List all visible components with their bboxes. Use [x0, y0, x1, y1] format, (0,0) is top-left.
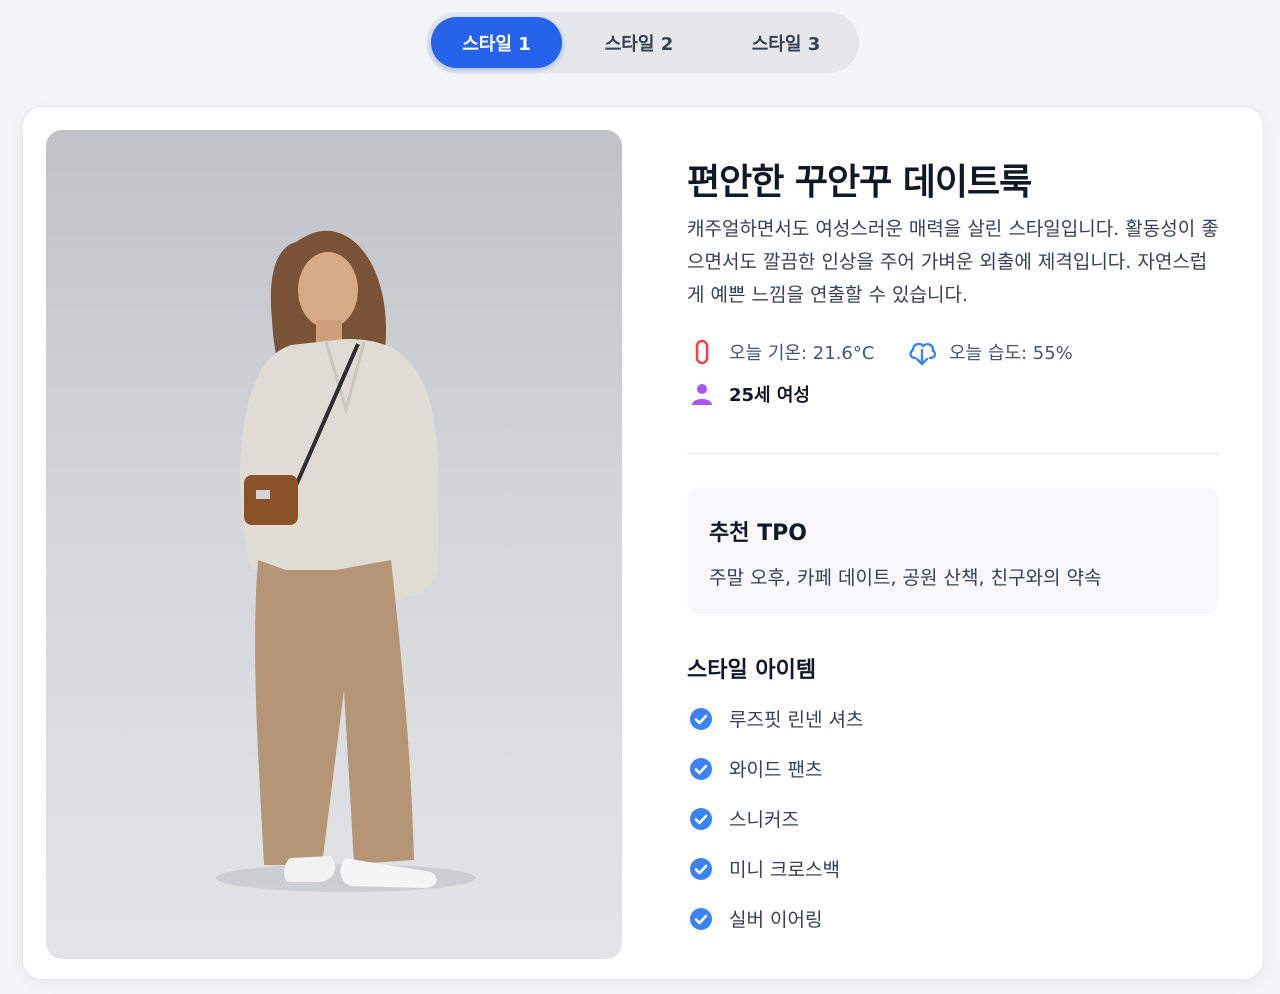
cloud-download-icon: [907, 337, 937, 367]
list-item: 스니커즈: [689, 805, 799, 832]
person-icon: [687, 379, 717, 409]
item-label: 와이드 팬츠: [729, 759, 823, 781]
tab-style-1[interactable]: 스타일 1: [431, 17, 562, 68]
persona-info: 25세 여성: [687, 379, 810, 409]
thermometer-icon: [687, 337, 717, 367]
check-circle-icon: [689, 907, 713, 931]
humidity-info: 오늘 습도: 55%: [907, 337, 1073, 367]
tab-style-2[interactable]: 스타일 2: [574, 17, 704, 68]
humidity-text: 오늘 습도: 55%: [949, 343, 1073, 364]
style-title: 편안한 꾸안꾸 데이트룩: [687, 162, 1032, 203]
item-label: 실버 이어링: [729, 909, 823, 931]
list-item: 미니 크로스백: [689, 855, 840, 882]
list-item: 와이드 팬츠: [689, 755, 822, 782]
item-label: 루즈핏 린넨 셔츠: [729, 709, 864, 731]
style-card: 편안한 꾸안꾸 데이트룩 캐주얼하면서도 여성스러운 매력을 살린 스타일입니다…: [22, 106, 1264, 980]
item-label: 미니 크로스백: [729, 859, 840, 881]
persona-text: 25세 여성: [729, 385, 810, 406]
check-circle-icon: [689, 707, 713, 731]
temperature-info: 오늘 기온: 21.6°C: [687, 337, 874, 367]
check-circle-icon: [689, 857, 713, 881]
tpo-box: 추천 TPO 주말 오후, 카페 데이트, 공원 산책, 친구와의 약속: [687, 487, 1219, 614]
tab-style-3[interactable]: 스타일 3: [718, 17, 854, 68]
style-description: 캐주얼하면서도 여성스러운 매력을 살린 스타일입니다. 활동성이 좋으면서도 …: [687, 218, 1219, 306]
tpo-text: 주말 오후, 카페 데이트, 공원 산책, 친구와의 약속: [709, 567, 1102, 589]
check-circle-icon: [689, 807, 713, 831]
item-label: 스니커즈: [729, 809, 799, 831]
tpo-title: 추천 TPO: [709, 521, 807, 546]
outfit-photo: [46, 130, 622, 959]
items-title: 스타일 아이템: [687, 658, 817, 683]
list-item: 루즈핏 린넨 셔츠: [689, 705, 863, 732]
divider: [687, 453, 1219, 454]
style-tab-bar: 스타일 1 스타일 2 스타일 3: [426, 12, 859, 73]
temperature-text: 오늘 기온: 21.6°C: [729, 343, 875, 364]
list-item: 실버 이어링: [689, 905, 822, 932]
check-circle-icon: [689, 757, 713, 781]
